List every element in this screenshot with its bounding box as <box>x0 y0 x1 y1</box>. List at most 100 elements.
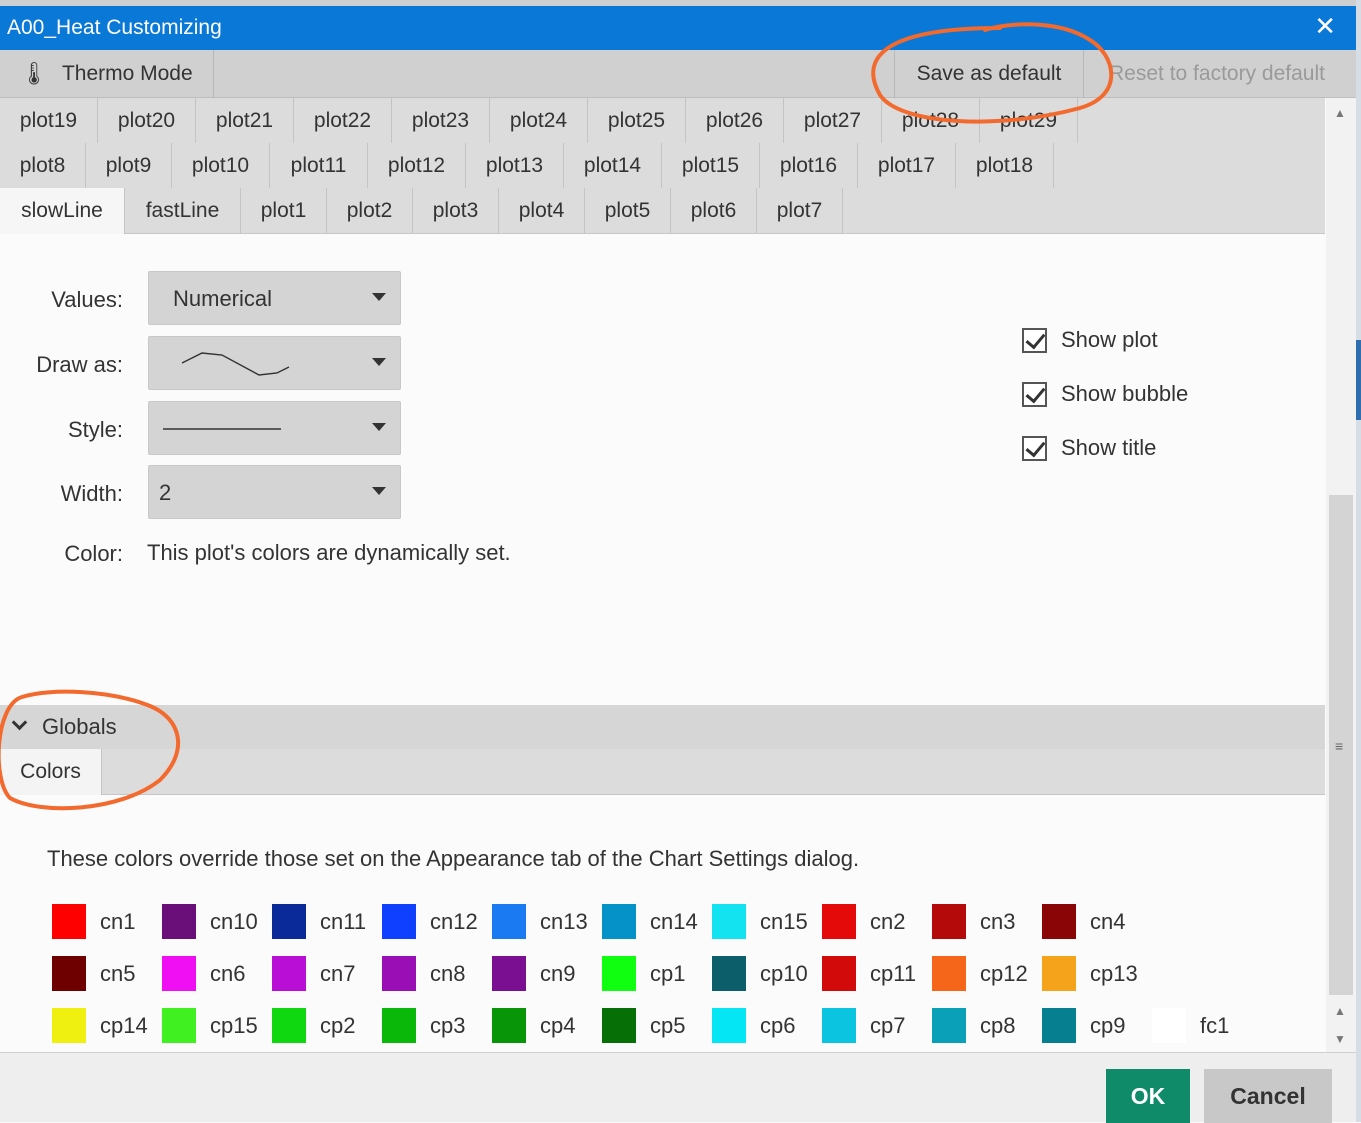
color-swatch-cn4[interactable]: cn4 <box>1042 904 1138 939</box>
save-as-default-button[interactable]: Save as default <box>894 50 1084 98</box>
tab-plot10[interactable]: plot10 <box>172 143 270 189</box>
tab-plot17[interactable]: plot17 <box>858 143 956 189</box>
tab-plot11[interactable]: plot11 <box>270 143 368 189</box>
ok-button[interactable]: OK <box>1106 1069 1190 1123</box>
tab-plot18[interactable]: plot18 <box>956 143 1054 189</box>
color-swatch-cn3[interactable]: cn3 <box>932 904 1028 939</box>
tab-plot15[interactable]: plot15 <box>662 143 760 189</box>
tab-plot16[interactable]: plot16 <box>760 143 858 189</box>
checkbox-checked-icon[interactable] <box>1022 327 1047 353</box>
tab-plot26[interactable]: plot26 <box>686 98 784 144</box>
color-swatch-cp12[interactable]: cp12 <box>932 956 1028 991</box>
tab-plot13[interactable]: plot13 <box>466 143 564 189</box>
color-chip[interactable] <box>712 1008 746 1043</box>
tab-plot8[interactable]: plot8 <box>0 143 86 189</box>
show-plot-checkbox[interactable]: Show plot <box>1022 327 1158 353</box>
color-swatch-cp11[interactable]: cp11 <box>822 956 918 991</box>
color-swatch-cp3[interactable]: cp3 <box>382 1008 478 1043</box>
color-chip[interactable] <box>822 1008 856 1043</box>
color-swatch-cp13[interactable]: cp13 <box>1042 956 1138 991</box>
values-dropdown[interactable]: Numerical <box>148 271 401 325</box>
color-chip[interactable] <box>602 956 636 991</box>
tab-plot6[interactable]: plot6 <box>671 188 757 234</box>
vertical-scrollbar[interactable]: ▲ ≡ ▲ ▼ <box>1326 98 1356 1052</box>
reset-factory-default-button[interactable]: Reset to factory default <box>1086 50 1348 98</box>
checkbox-checked-icon[interactable] <box>1022 435 1047 461</box>
tab-plot21[interactable]: plot21 <box>196 98 294 144</box>
show-bubble-checkbox[interactable]: Show bubble <box>1022 381 1188 407</box>
color-swatch-fc1[interactable]: fc1 <box>1152 1008 1248 1043</box>
color-swatch-cn5[interactable]: cn5 <box>52 956 148 991</box>
color-chip[interactable] <box>822 904 856 939</box>
color-chip[interactable] <box>1152 1008 1186 1043</box>
color-chip[interactable] <box>382 956 416 991</box>
color-chip[interactable] <box>822 956 856 991</box>
tab-plot27[interactable]: plot27 <box>784 98 882 144</box>
color-chip[interactable] <box>712 904 746 939</box>
color-chip[interactable] <box>52 956 86 991</box>
color-chip[interactable] <box>52 904 86 939</box>
color-swatch-cp6[interactable]: cp6 <box>712 1008 808 1043</box>
color-swatch-cn7[interactable]: cn7 <box>272 956 368 991</box>
color-swatch-cn9[interactable]: cn9 <box>492 956 588 991</box>
tab-plot3[interactable]: plot3 <box>413 188 499 234</box>
color-chip[interactable] <box>712 956 746 991</box>
color-swatch-cp8[interactable]: cp8 <box>932 1008 1028 1043</box>
tab-plot28[interactable]: plot28 <box>882 98 980 144</box>
color-chip[interactable] <box>932 956 966 991</box>
color-chip[interactable] <box>272 956 306 991</box>
tab-plot12[interactable]: plot12 <box>368 143 466 189</box>
thermo-mode-button[interactable]: 🌡 Thermo Mode <box>0 50 214 98</box>
color-chip[interactable] <box>932 1008 966 1043</box>
color-swatch-cn6[interactable]: cn6 <box>162 956 258 991</box>
color-swatch-cp1[interactable]: cp1 <box>602 956 698 991</box>
color-chip[interactable] <box>162 1008 196 1043</box>
tab-slowline[interactable]: slowLine <box>0 188 125 234</box>
tab-plot14[interactable]: plot14 <box>564 143 662 189</box>
color-swatch-cp10[interactable]: cp10 <box>712 956 808 991</box>
color-chip[interactable] <box>382 904 416 939</box>
draw-as-dropdown[interactable] <box>148 336 401 390</box>
color-chip[interactable] <box>52 1008 86 1043</box>
tab-plot24[interactable]: plot24 <box>490 98 588 144</box>
tab-plot23[interactable]: plot23 <box>392 98 490 144</box>
scroll-down-icon[interactable]: ▼ <box>1334 1032 1346 1046</box>
tab-plot19[interactable]: plot19 <box>0 98 98 144</box>
color-swatch-cn12[interactable]: cn12 <box>382 904 478 939</box>
tab-plot2[interactable]: plot2 <box>327 188 413 234</box>
color-chip[interactable] <box>492 904 526 939</box>
color-chip[interactable] <box>932 904 966 939</box>
color-chip[interactable] <box>1042 904 1076 939</box>
cancel-button[interactable]: Cancel <box>1204 1069 1332 1123</box>
color-chip[interactable] <box>602 904 636 939</box>
color-chip[interactable] <box>492 1008 526 1043</box>
tab-plot22[interactable]: plot22 <box>294 98 392 144</box>
tab-plot1[interactable]: plot1 <box>241 188 327 234</box>
color-chip[interactable] <box>272 904 306 939</box>
color-swatch-cn2[interactable]: cn2 <box>822 904 918 939</box>
color-chip[interactable] <box>492 956 526 991</box>
style-dropdown[interactable] <box>148 401 401 455</box>
color-swatch-cp4[interactable]: cp4 <box>492 1008 588 1043</box>
color-chip[interactable] <box>162 904 196 939</box>
tab-plot5[interactable]: plot5 <box>585 188 671 234</box>
color-swatch-cp2[interactable]: cp2 <box>272 1008 368 1043</box>
color-chip[interactable] <box>382 1008 416 1043</box>
show-title-checkbox[interactable]: Show title <box>1022 435 1156 461</box>
scroll-up-small-icon[interactable]: ▲ <box>1334 1004 1346 1018</box>
color-chip[interactable] <box>1042 1008 1076 1043</box>
tab-colors[interactable]: Colors <box>0 749 102 795</box>
color-swatch-cn15[interactable]: cn15 <box>712 904 808 939</box>
color-swatch-cn10[interactable]: cn10 <box>162 904 258 939</box>
color-swatch-cp15[interactable]: cp15 <box>162 1008 258 1043</box>
width-dropdown[interactable]: 2 <box>148 465 401 519</box>
globals-section-header[interactable]: Globals <box>0 705 1325 749</box>
tab-plot29[interactable]: plot29 <box>980 98 1078 144</box>
color-swatch-cn8[interactable]: cn8 <box>382 956 478 991</box>
color-swatch-cp5[interactable]: cp5 <box>602 1008 698 1043</box>
tab-plot9[interactable]: plot9 <box>86 143 172 189</box>
color-chip[interactable] <box>1042 956 1076 991</box>
tab-fastline[interactable]: fastLine <box>125 188 241 234</box>
color-swatch-cn13[interactable]: cn13 <box>492 904 588 939</box>
color-swatch-cn11[interactable]: cn11 <box>272 904 368 939</box>
